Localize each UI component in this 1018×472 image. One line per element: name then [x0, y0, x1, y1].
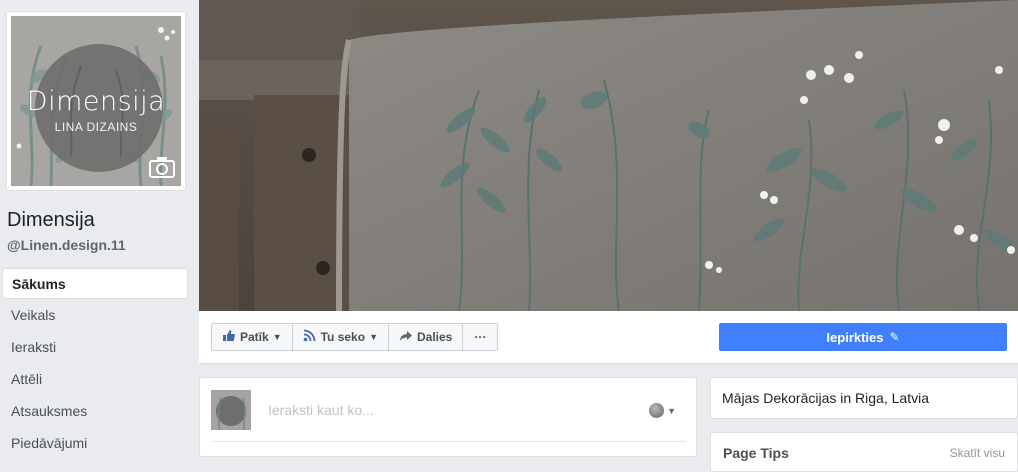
camera-icon[interactable] [149, 156, 175, 178]
globe-icon [649, 403, 665, 418]
logo-subtitle: LINA DIZAINS [54, 120, 138, 134]
nav-item-posts[interactable]: Ieraksti [2, 332, 188, 363]
nav-item-shop[interactable]: Veikals [2, 300, 188, 331]
see-all-link[interactable]: Skatīt visu [950, 446, 1005, 460]
page-nav: Sākums Veikals Ieraksti Attēli Atsauksme… [2, 268, 188, 460]
share-button[interactable]: Dalies [388, 323, 464, 351]
nav-item-photos[interactable]: Attēli [2, 364, 188, 395]
rss-icon [303, 329, 316, 345]
follow-button[interactable]: Tu seko ▼ [291, 323, 389, 351]
nav-item-home[interactable]: Sākums [2, 268, 188, 299]
avatar [211, 390, 251, 430]
profile-picture[interactable]: Dimensija LINA DIZAINS [11, 16, 181, 186]
left-column: Dimensija LINA DIZAINS Dimensija @Linen.… [0, 0, 198, 451]
like-button[interactable]: Patīk ▼ [211, 323, 293, 351]
page-tips-card: Page Tips Skatīt visu [710, 432, 1018, 472]
more-button[interactable]: ··· [462, 323, 499, 351]
share-label: Dalies [417, 330, 453, 344]
more-icon: ··· [474, 330, 487, 344]
location-card[interactable]: Mājas Dekorācijas in Riga, Latvia [710, 377, 1018, 419]
page-tips-title: Page Tips [723, 445, 789, 461]
cover-photo[interactable] [199, 0, 1018, 311]
shop-now-button[interactable]: Iepirkties ✎ [719, 323, 1007, 351]
page-action-bar: Patīk ▼ Tu seko ▼ Dalies ··· Iepirkties … [199, 311, 1018, 364]
like-label: Patīk [240, 330, 269, 344]
chevron-down-icon: ▼ [369, 332, 378, 342]
logo-title: Dimensija [26, 86, 166, 117]
shop-now-label: Iepirkties [826, 329, 884, 345]
profile-picture-frame[interactable]: Dimensija LINA DIZAINS [6, 11, 186, 191]
chevron-down-icon: ▼ [272, 332, 282, 342]
chevron-down-icon: ▼ [667, 405, 676, 416]
nav-item-offers[interactable]: Piedāvājumi [2, 428, 188, 459]
post-composer: Ieraksti kaut ko... ▼ [199, 377, 697, 457]
pencil-icon: ✎ [889, 330, 900, 344]
thumbs-up-icon [222, 329, 235, 345]
page-title[interactable]: Dimensija [7, 209, 95, 232]
share-arrow-icon [399, 330, 412, 345]
post-input[interactable]: Ieraksti kaut ko... [268, 402, 374, 418]
action-button-group: Patīk ▼ Tu seko ▼ Dalies ··· [211, 323, 499, 351]
divider [211, 441, 686, 442]
follow-label: Tu seko [320, 330, 366, 344]
nav-item-reviews[interactable]: Atsauksmes [2, 396, 188, 427]
privacy-selector[interactable]: ▼ [649, 403, 676, 418]
page-handle[interactable]: @Linen.design.11 [7, 237, 126, 253]
location-text: Mājas Dekorācijas in Riga, Latvia [722, 390, 929, 406]
